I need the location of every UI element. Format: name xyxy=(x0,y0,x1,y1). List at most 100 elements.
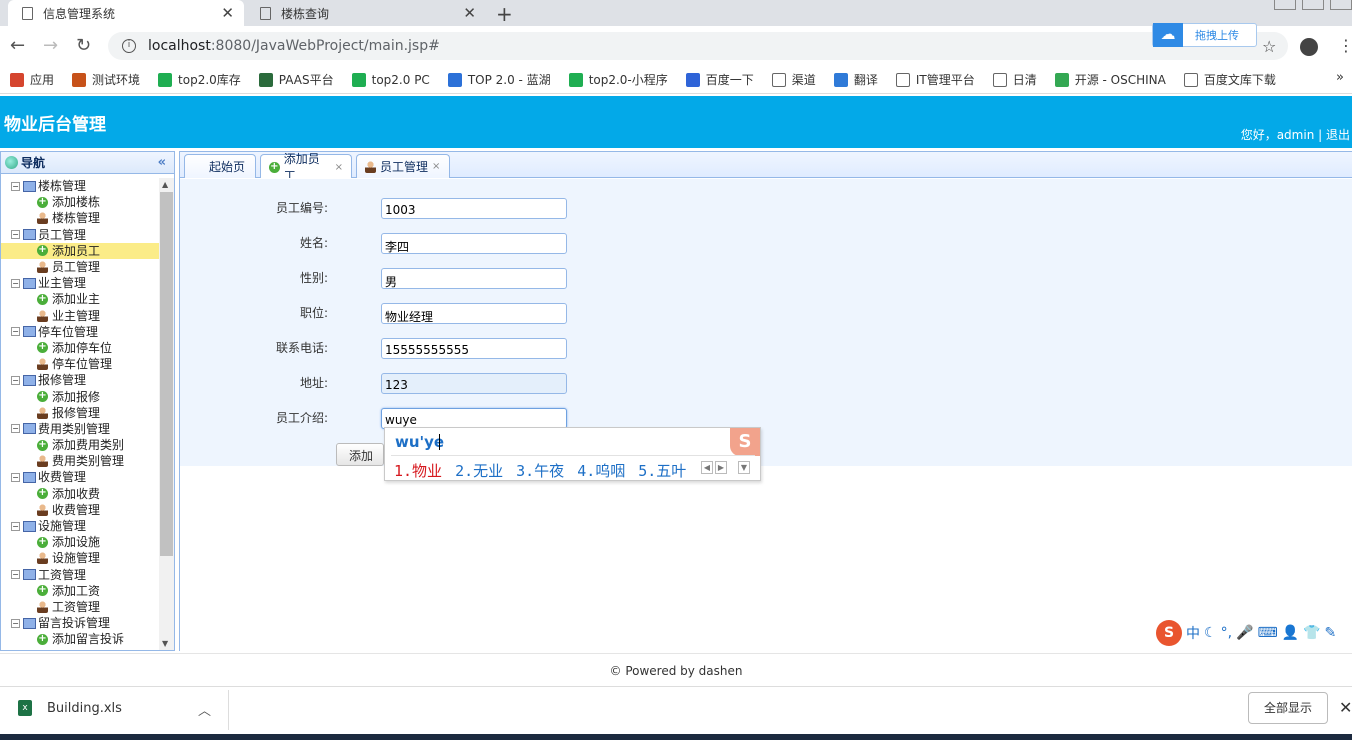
bookmark-item[interactable]: TOP 2.0 - 蓝湖 xyxy=(447,71,551,88)
field-input[interactable]: 物业经理 xyxy=(381,303,567,324)
prev-page-icon[interactable]: ◀ xyxy=(701,461,713,474)
toggle-icon[interactable]: − xyxy=(11,424,20,434)
scroll-up-icon[interactable]: ▲ xyxy=(162,180,168,189)
ime-mode[interactable]: 中 xyxy=(1186,623,1200,643)
bookmark-item[interactable]: 渠道 xyxy=(771,71,816,88)
field-input[interactable]: 男 xyxy=(381,268,567,289)
toggle-icon[interactable]: − xyxy=(11,570,20,580)
sogou-icon[interactable]: S xyxy=(1156,620,1182,646)
nav-item[interactable]: 报修管理 xyxy=(1,405,159,421)
add-button[interactable]: 添加 xyxy=(336,443,384,466)
nav-item[interactable]: 员工管理 xyxy=(1,259,159,275)
nav-item[interactable]: 业主管理 xyxy=(1,308,159,324)
collapse-icon[interactable]: « xyxy=(158,155,166,170)
reload-icon[interactable]: ↻ xyxy=(76,35,91,56)
keyboard-icon[interactable]: ⌨ xyxy=(1257,625,1277,641)
nav-item[interactable]: 楼栋管理 xyxy=(1,210,159,226)
toggle-icon[interactable]: − xyxy=(11,327,20,337)
nav-item[interactable]: + 添加工资 xyxy=(1,583,159,599)
forward-icon[interactable]: → xyxy=(43,35,58,56)
nav-group[interactable]: − 收费管理 xyxy=(1,469,159,485)
nav-item[interactable]: 设施管理 xyxy=(1,550,159,566)
bookmark-item[interactable]: 测试环境 xyxy=(72,71,140,88)
url-field[interactable]: i localhost:8080/JavaWebProject/main.jsp… xyxy=(108,32,1288,60)
toggle-icon[interactable]: − xyxy=(11,618,20,628)
bookmark-item[interactable]: top2.0 PC xyxy=(351,72,430,87)
close-tab-icon[interactable]: ✕ xyxy=(463,4,476,22)
nav-group[interactable]: − 停车位管理 xyxy=(1,324,159,340)
bookmarks-more-icon[interactable]: » xyxy=(1336,70,1344,85)
mic-icon[interactable]: 🎤 xyxy=(1236,625,1253,641)
star-icon[interactable]: ☆ xyxy=(1262,37,1276,56)
download-item[interactable]: x Building.xls xyxy=(18,700,122,716)
info-icon[interactable]: i xyxy=(122,39,136,53)
nav-item[interactable]: + 添加业主 xyxy=(1,291,159,307)
toggle-icon[interactable]: − xyxy=(11,230,20,240)
back-icon[interactable]: ← xyxy=(10,35,25,56)
toggle-icon[interactable]: − xyxy=(11,375,20,385)
nav-group[interactable]: − 楼栋管理 xyxy=(1,178,159,194)
field-input[interactable]: 李四 xyxy=(381,233,567,254)
toggle-icon[interactable]: − xyxy=(11,521,20,531)
moon-icon[interactable]: ☾ xyxy=(1204,625,1217,641)
toggle-icon[interactable]: − xyxy=(11,181,20,191)
scroll-thumb[interactable] xyxy=(160,192,173,556)
tab-start[interactable]: 起始页 xyxy=(184,154,256,178)
nav-item[interactable]: + 添加报修 xyxy=(1,388,159,404)
nav-item[interactable]: 收费管理 xyxy=(1,502,159,518)
bookmark-item[interactable]: 开源 - OSCHINA xyxy=(1054,71,1166,88)
browser-tab-info-system[interactable]: 信息管理系统 ✕ xyxy=(8,0,244,26)
ime-candidate[interactable]: 3.午夜 xyxy=(516,460,564,481)
bookmark-item[interactable]: PAAS平台 xyxy=(258,71,334,88)
nav-item[interactable]: + 添加留言投诉 xyxy=(1,631,159,647)
field-input[interactable]: 15555555555 xyxy=(381,338,567,359)
ime-candidate[interactable]: 5.五叶 xyxy=(638,460,686,481)
field-input[interactable]: wuye xyxy=(381,408,567,429)
logout-link[interactable]: 退出 xyxy=(1326,128,1350,142)
chevron-up-icon[interactable]: ︿ xyxy=(198,700,211,719)
nav-group[interactable]: − 留言投诉管理 xyxy=(1,615,159,631)
bookmark-item[interactable]: IT管理平台 xyxy=(895,71,975,88)
profile-icon[interactable] xyxy=(1300,38,1318,56)
bookmark-item[interactable]: 日清 xyxy=(992,71,1037,88)
close-icon[interactable]: × xyxy=(335,162,343,173)
nav-group[interactable]: − 工资管理 xyxy=(1,567,159,583)
user-icon[interactable]: 👤 xyxy=(1282,625,1299,641)
ime-candidate[interactable]: 4.呜咽 xyxy=(577,460,625,481)
nav-scrollbar[interactable]: ▲ ▼ xyxy=(159,178,174,650)
bookmark-item[interactable]: 翻译 xyxy=(833,71,878,88)
expand-icon[interactable]: ▼ xyxy=(738,461,750,474)
nav-item[interactable]: + 添加收费 xyxy=(1,486,159,502)
nav-group[interactable]: − 报修管理 xyxy=(1,372,159,388)
window-controls[interactable] xyxy=(1274,0,1352,10)
punct-icon[interactable]: °, xyxy=(1221,625,1232,641)
menu-icon[interactable]: ⋮ xyxy=(1338,36,1352,55)
toggle-icon[interactable]: − xyxy=(11,472,20,482)
nav-item[interactable]: + 添加设施 xyxy=(1,534,159,550)
close-download-bar-icon[interactable]: ✕ xyxy=(1339,698,1352,717)
tools-icon[interactable]: ✎ xyxy=(1325,625,1337,641)
nav-item[interactable]: + 添加费用类别 xyxy=(1,437,159,453)
nav-group[interactable]: − 费用类别管理 xyxy=(1,421,159,437)
show-all-button[interactable]: 全部显示 xyxy=(1248,692,1328,724)
new-tab-icon[interactable]: + xyxy=(496,2,513,26)
nav-item[interactable]: 费用类别管理 xyxy=(1,453,159,469)
toggle-icon[interactable]: − xyxy=(11,278,20,288)
field-input[interactable]: 1003 xyxy=(381,198,567,219)
ime-candidate[interactable]: 1.物业 xyxy=(394,460,442,481)
bookmark-item[interactable]: top2.0-小程序 xyxy=(568,71,668,88)
ime-candidate[interactable]: 2.无业 xyxy=(455,460,503,481)
nav-group[interactable]: − 业主管理 xyxy=(1,275,159,291)
next-page-icon[interactable]: ▶ xyxy=(715,461,727,474)
bookmark-item[interactable]: top2.0库存 xyxy=(158,71,241,88)
nav-item[interactable]: 停车位管理 xyxy=(1,356,159,372)
nav-item[interactable]: + 添加员工 xyxy=(1,242,159,259)
cloud-upload-button[interactable]: ☁ 拖拽上传 xyxy=(1152,23,1257,47)
bookmark-item[interactable]: 百度一下 xyxy=(685,71,754,88)
tab-employee-manage[interactable]: 员工管理 × xyxy=(356,154,450,178)
nav-item[interactable]: + 添加楼栋 xyxy=(1,194,159,210)
field-input[interactable]: 123 xyxy=(381,373,567,394)
skin-icon[interactable]: 👕 xyxy=(1303,625,1320,641)
browser-tab-building-query[interactable]: 楼栋查询 ✕ xyxy=(246,0,486,26)
nav-group[interactable]: − 员工管理 xyxy=(1,227,159,243)
